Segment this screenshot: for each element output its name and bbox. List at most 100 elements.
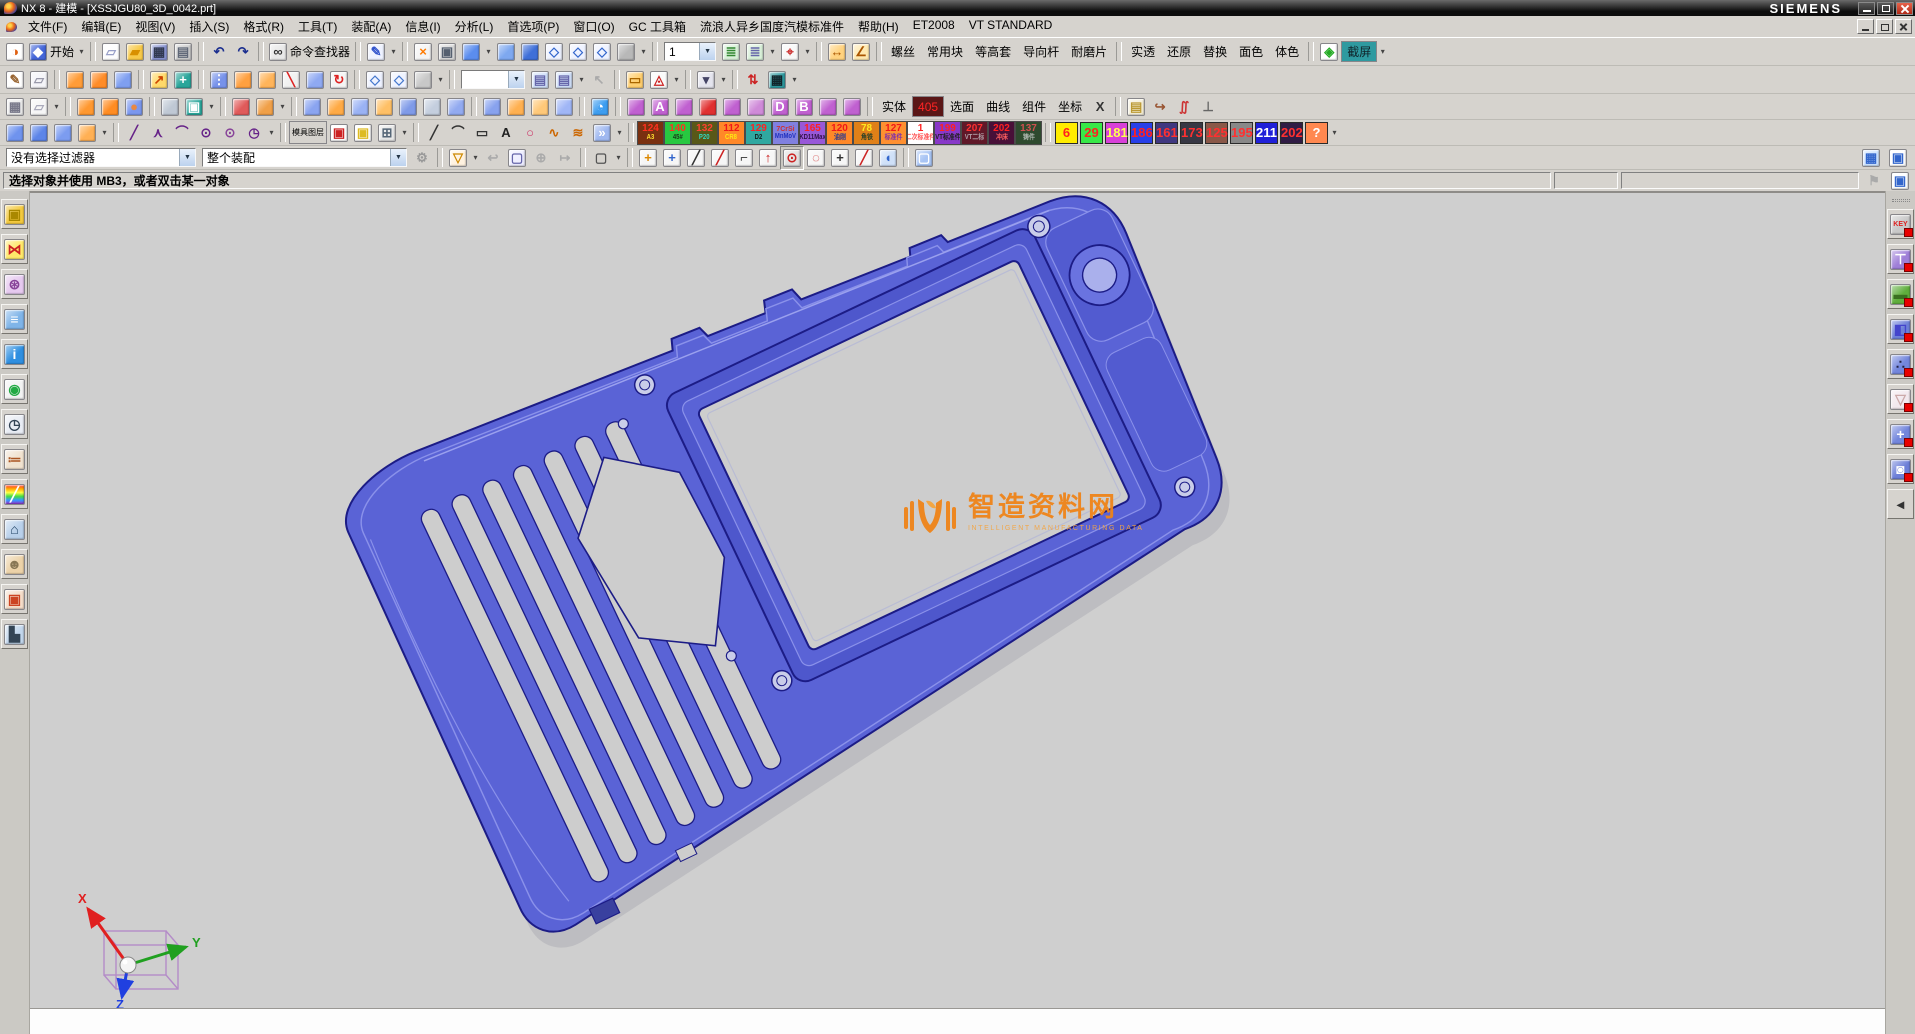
work-layer-combo[interactable]: 1▼ xyxy=(664,42,716,61)
group-195[interactable]: 195 xyxy=(1230,122,1253,144)
trim-body-button[interactable]: ╲ xyxy=(279,68,303,92)
menu-preferences[interactable]: 首选项(P) xyxy=(500,16,566,37)
pocket-button[interactable]: ▣ xyxy=(182,95,206,119)
plate-part-button[interactable]: ∴ xyxy=(1887,349,1914,379)
sync-resize-button[interactable] xyxy=(744,95,768,119)
swap-view-arrows-button[interactable]: ⇅ xyxy=(741,68,765,92)
graphics-window[interactable]: 智造资料网 INTELLIGENT MANUFACTURING DATA X Y xyxy=(30,191,1885,1008)
btn-body-color[interactable]: 体色 xyxy=(1269,41,1305,62)
restore-button[interactable] xyxy=(1877,2,1894,15)
group-125[interactable]: 125 xyxy=(1205,122,1228,144)
background-swatch-button[interactable] xyxy=(614,40,638,64)
group-202[interactable]: 202 xyxy=(1280,122,1303,144)
xt-tool-button[interactable]: X xyxy=(1088,95,1112,119)
circle-center-tool-button[interactable]: ⊙ xyxy=(218,121,242,145)
mdi-restore-button[interactable] xyxy=(1876,19,1893,34)
command-finder-button[interactable]: ∞命令查找器 xyxy=(267,40,352,64)
pocket-dropdown[interactable]: ▾ xyxy=(206,96,217,118)
swatch-secondary-button[interactable] xyxy=(411,68,435,92)
btn-translucent[interactable]: 实透 xyxy=(1125,41,1161,62)
layer-copy-b-button[interactable]: ▤ xyxy=(552,68,576,92)
marquee-select-button[interactable]: ▢ xyxy=(589,146,613,170)
anchor-grayed-button[interactable]: ⊕ xyxy=(529,146,553,170)
sync-detail-button[interactable]: D xyxy=(768,95,792,119)
sketch-arc-button[interactable]: ⌒ xyxy=(446,121,470,145)
part-gallery-tab-button[interactable]: ▣ xyxy=(1,584,28,614)
layer-visible-in-view-dropdown[interactable]: ▾ xyxy=(767,41,778,63)
open-file-button[interactable]: ▰ xyxy=(123,40,147,64)
snap-quadrant-button[interactable]: ◌ xyxy=(804,146,828,170)
material-78-jiaotie[interactable]: 78角铁 xyxy=(853,121,880,145)
sync-delete-face-button[interactable] xyxy=(696,95,720,119)
menu-analysis[interactable]: 分析(L) xyxy=(448,16,501,37)
pad-dropdown[interactable]: ▾ xyxy=(277,96,288,118)
work-layer-combo-caret[interactable]: ▼ xyxy=(699,43,715,60)
material-124-a3[interactable]: 124A3 xyxy=(637,121,664,145)
bounding-box-button[interactable]: ▣ xyxy=(351,121,375,145)
assembly-navigator-tab-button[interactable]: ▣ xyxy=(1,199,28,229)
undo-button[interactable]: ↶ xyxy=(207,40,231,64)
snap-auto-orange-button[interactable]: + xyxy=(636,146,660,170)
redo-button[interactable]: ↷ xyxy=(231,40,255,64)
btn-screw[interactable]: 螺丝 xyxy=(885,41,921,62)
menu-information[interactable]: 信息(I) xyxy=(398,16,447,37)
menu-custom-standard[interactable]: 流浪人异乡国度汽模标准件 xyxy=(693,16,851,37)
wcs-display-button[interactable]: ⌖ xyxy=(778,40,802,64)
datum-plane-button[interactable]: ▱ xyxy=(27,68,51,92)
cone-angle-dropdown[interactable]: ▾ xyxy=(671,69,682,91)
view-wireframe-3-button[interactable]: ◇ xyxy=(590,40,614,64)
snap-point-on-line-button[interactable]: ╱ xyxy=(852,146,876,170)
sketch-text-button[interactable]: A xyxy=(494,121,518,145)
pattern-feature-button[interactable]: ⋮ xyxy=(207,68,231,92)
web-browser-tab-button[interactable]: ◉ xyxy=(1,374,28,404)
material-165-kd11[interactable]: 165KD11Max xyxy=(799,121,826,145)
pointer-grayed-button[interactable]: ↖ xyxy=(587,68,611,92)
boss-button[interactable] xyxy=(158,95,182,119)
sketch-extrude-dropdown[interactable]: ▾ xyxy=(614,122,625,144)
menu-help[interactable]: 帮助(H) xyxy=(851,16,906,37)
new-file-button[interactable]: ▱ xyxy=(99,40,123,64)
section-toggle-dropdown[interactable]: ▾ xyxy=(789,69,800,91)
sync-group-button[interactable] xyxy=(816,95,840,119)
wcs-display-dropdown[interactable]: ▾ xyxy=(802,41,813,63)
shaft-part-button[interactable]: + xyxy=(1887,419,1914,449)
sketch-offset-button[interactable]: ≋ xyxy=(566,121,590,145)
secondary-combo-caret[interactable]: ▼ xyxy=(508,71,524,88)
bounded-plane-button[interactable] xyxy=(51,121,75,145)
render-shaded-edges-button[interactable] xyxy=(494,40,518,64)
edge-blend-button[interactable] xyxy=(324,95,348,119)
group-173[interactable]: 173 xyxy=(1180,122,1203,144)
internet-globe-button[interactable]: ◔ xyxy=(588,95,612,119)
btn-guide-pillar[interactable]: 导向杆 xyxy=(1017,41,1065,62)
selection-scope-combo-caret[interactable]: ▼ xyxy=(390,149,406,166)
collapse-toolbar-button[interactable]: ◂ xyxy=(1887,489,1914,519)
line-tool-button[interactable]: ╱ xyxy=(122,121,146,145)
sync-move-face-button[interactable] xyxy=(624,95,648,119)
visual-reports-tab-button[interactable]: ╱ xyxy=(1,479,28,509)
snap-intersection-button[interactable]: + xyxy=(828,146,852,170)
btn-solid[interactable]: 实体 xyxy=(876,96,912,117)
arc-tool-button[interactable]: ⌒ xyxy=(170,121,194,145)
material-132-p20[interactable]: 132P20 xyxy=(691,121,718,145)
sync-offset-region-button[interactable] xyxy=(672,95,696,119)
intersect-button[interactable] xyxy=(303,68,327,92)
nx-logo-button[interactable]: ◑ xyxy=(3,40,27,64)
group-unknown-dropdown[interactable]: ▾ xyxy=(1329,122,1340,144)
misc-tool-button[interactable]: ▾ xyxy=(694,68,718,92)
btn-replace[interactable]: 替换 xyxy=(1197,41,1233,62)
rib-button[interactable] xyxy=(229,95,253,119)
material-207-vt2[interactable]: 207VT二标 xyxy=(961,121,988,145)
sync-edit-button[interactable] xyxy=(840,95,864,119)
system-scenes-tab-button[interactable]: ⌂ xyxy=(1,514,28,544)
sketch-in-task-button[interactable]: ▦ xyxy=(3,95,27,119)
menu-assemblies[interactable]: 装配(A) xyxy=(344,16,398,37)
btn-equal-height-sleeve[interactable]: 等高套 xyxy=(969,41,1017,62)
group-211[interactable]: 211 xyxy=(1255,122,1278,144)
fit-view-button[interactable]: × xyxy=(411,40,435,64)
view-cube-a-button[interactable]: ◇ xyxy=(363,68,387,92)
swept-surface-button[interactable] xyxy=(3,121,27,145)
solid-preview-cube-button[interactable]: ▢ xyxy=(912,146,936,170)
material-137-zhujian[interactable]: 137铸件 xyxy=(1015,121,1042,145)
menu-insert[interactable]: 插入(S) xyxy=(182,16,236,37)
cone-button[interactable] xyxy=(111,68,135,92)
